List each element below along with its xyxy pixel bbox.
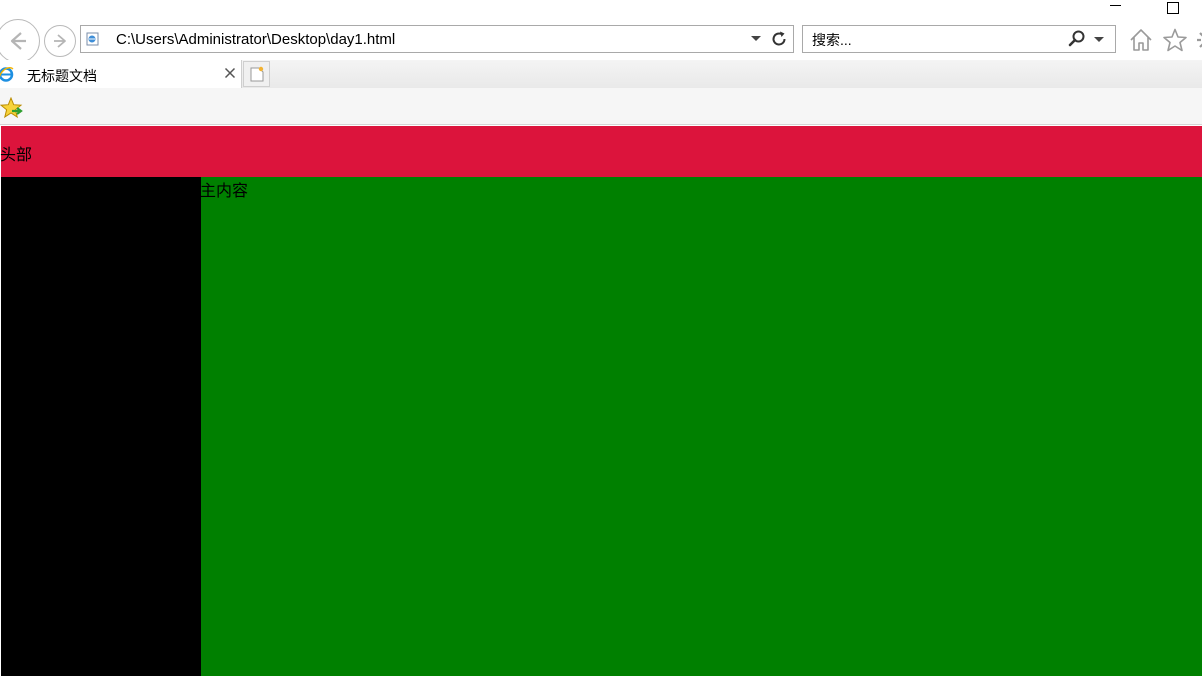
forward-button[interactable]	[44, 25, 76, 57]
home-icon[interactable]	[1128, 27, 1154, 53]
search-dropdown-icon[interactable]	[1094, 37, 1104, 42]
magnifier-icon[interactable]	[1067, 29, 1087, 49]
page-header-text: 头部	[0, 145, 33, 164]
address-dropdown-icon[interactable]	[751, 36, 761, 41]
star-icon[interactable]	[1162, 27, 1188, 53]
page-viewport: 头部 主内容	[0, 126, 1202, 676]
star-arrow-icon[interactable]	[0, 97, 24, 119]
ie-logo-icon	[0, 67, 14, 82]
new-tab-icon	[250, 66, 264, 82]
tab-title: 无标题文档	[27, 68, 97, 84]
maximize-icon	[1167, 2, 1179, 14]
browser-window: C:\Users\Administrator\Desktop\day1.html…	[0, 0, 1202, 676]
new-tab-button[interactable]	[243, 61, 270, 87]
favorites-bar	[0, 88, 1202, 125]
main-content-text: 主内容	[200, 181, 249, 200]
search-box[interactable]: 搜索...	[802, 25, 1116, 53]
tab-strip: 无标题文档	[0, 60, 1202, 88]
refresh-icon[interactable]	[769, 29, 789, 49]
ie-page-icon	[86, 32, 99, 46]
minimize-icon	[1109, 4, 1121, 6]
page-main-content: 主内容	[200, 177, 1202, 676]
address-url[interactable]: C:\Users\Administrator\Desktop\day1.html	[116, 31, 395, 48]
tab-active[interactable]: 无标题文档	[0, 60, 242, 88]
gear-icon[interactable]	[1194, 27, 1202, 53]
page-sidebar	[1, 177, 201, 676]
close-icon[interactable]	[223, 66, 237, 80]
search-input[interactable]: 搜索...	[812, 30, 852, 50]
back-arrow-icon	[10, 32, 26, 50]
navigation-bar: C:\Users\Administrator\Desktop\day1.html…	[0, 18, 1202, 63]
forward-arrow-icon	[54, 34, 66, 48]
address-bar[interactable]: C:\Users\Administrator\Desktop\day1.html	[80, 25, 794, 53]
page-header: 头部	[0, 126, 1202, 177]
back-button[interactable]	[0, 19, 40, 63]
